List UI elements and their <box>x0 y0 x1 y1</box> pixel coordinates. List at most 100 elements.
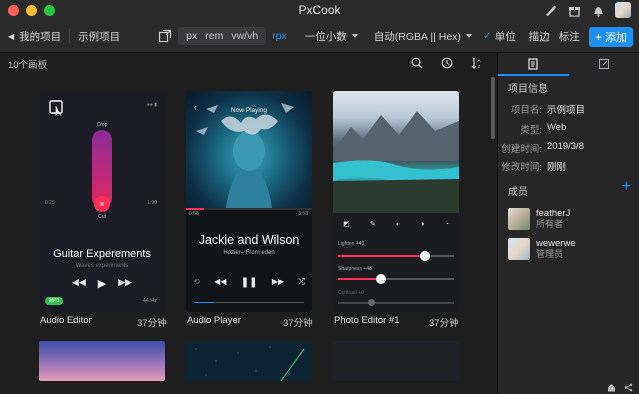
volume-slider[interactable] <box>194 302 304 303</box>
time-elapsed: 0:58 <box>189 211 199 217</box>
unit-toggle[interactable]: ✓ 单位 <box>483 29 516 44</box>
sort-icon[interactable]: AZ <box>471 57 483 72</box>
back-to-my-projects[interactable]: ◀ 我的项目 <box>8 29 61 44</box>
sharpness-slider[interactable] <box>338 274 454 284</box>
footer-icons <box>607 383 633 394</box>
share-icon[interactable] <box>624 383 633 394</box>
play-icon[interactable]: ▶ <box>98 277 106 290</box>
artboard-card-6[interactable] <box>333 341 459 381</box>
playback-controls: ⟲ ◀◀ ❚❚ ▶▶ ⤮ <box>186 277 312 288</box>
filter-icon[interactable]: ◑ <box>420 221 424 228</box>
progress-fill <box>186 208 204 210</box>
color-format-select[interactable]: 自动(RGBA || Hex) <box>374 29 472 44</box>
panel-tabs <box>498 53 639 76</box>
annotate-button[interactable]: 标注 <box>559 29 580 44</box>
time-left: 0:25 <box>45 200 55 206</box>
right-panel: 项目信息 项目名: 示例项目 类型: Web 创建时间: 2019/3/8 修改… <box>497 53 639 394</box>
contrast-icon[interactable]: ◐ <box>396 221 400 228</box>
contrast-knob[interactable] <box>368 299 375 306</box>
edit-icon <box>598 58 609 70</box>
user-avatar[interactable] <box>615 2 631 18</box>
info-row-modified: 修改时间: 刚刚 <box>498 159 639 173</box>
minimize-window-button[interactable] <box>26 4 37 16</box>
info-key: 项目名: <box>510 105 542 116</box>
progress-track[interactable] <box>186 208 312 210</box>
tab-edit[interactable] <box>569 58 639 70</box>
add-button[interactable]: + 添加 <box>589 27 633 47</box>
member-item[interactable]: featherJ 所有者 <box>508 208 570 230</box>
rewind-icon[interactable]: ◀◀ <box>214 277 226 288</box>
brush-icon[interactable]: ✎ <box>370 220 376 228</box>
project-info-title: 项目信息 <box>508 84 548 95</box>
brush-icon[interactable] <box>543 3 557 17</box>
member-role: 所有者 <box>536 219 564 229</box>
search-icon[interactable] <box>411 57 423 72</box>
sharpness-fill <box>338 278 378 280</box>
landscape-illustration <box>333 111 459 213</box>
status-icons: ●● ▮ <box>146 102 157 108</box>
unit-vw-vh[interactable]: vw/vh <box>227 30 262 42</box>
forward-icon[interactable]: ▶▶ <box>272 277 284 288</box>
members-title: 成员 <box>508 187 528 198</box>
lighten-knob[interactable] <box>420 251 430 261</box>
artboard-tools: AZ <box>411 57 483 72</box>
add-member-button[interactable]: + <box>622 179 631 195</box>
photo-preview <box>333 91 459 213</box>
forward-icon[interactable]: ▶▶ <box>118 277 132 290</box>
card-label: Photo Editor #1 <box>334 315 400 326</box>
artboard-card-4[interactable] <box>39 341 165 381</box>
zoom-window-button[interactable] <box>44 4 55 16</box>
crop-icon[interactable]: ◩ <box>343 220 350 228</box>
album-art: ‹ Now Playing <box>186 91 312 208</box>
unit-rem[interactable]: rem <box>201 30 227 42</box>
card-label: Audio Editor <box>40 315 92 326</box>
card-time: 37分钟 <box>283 318 313 329</box>
check-icon: ✓ <box>482 30 492 42</box>
member-item[interactable]: wewerwe 管理员 <box>508 238 576 260</box>
add-button-label: 添加 <box>605 32 627 44</box>
info-value: 刚刚 <box>547 162 567 173</box>
artboard-card-5[interactable] <box>186 341 312 381</box>
lighten-slider[interactable] <box>338 251 454 261</box>
gift-icon[interactable] <box>567 3 581 17</box>
now-playing-label: Now Playing <box>230 107 268 114</box>
rewind-icon[interactable]: ◀◀ <box>72 277 86 290</box>
sharpness-knob[interactable] <box>376 274 386 284</box>
tab-info[interactable] <box>498 58 569 70</box>
card-time: 37分钟 <box>137 318 167 329</box>
contrast-label: Contrast +0 <box>338 290 364 296</box>
member-name: featherJ <box>536 208 571 219</box>
scrollbar[interactable] <box>491 77 495 139</box>
crop-label: Crop <box>96 122 108 128</box>
current-project-label: 示例项目 <box>78 30 121 43</box>
title-icons <box>543 2 631 18</box>
pause-icon[interactable]: ❚❚ <box>241 277 258 288</box>
artboard-card-photo-editor[interactable]: ◩ ✎ ◐ ◑ ◔ Lighten +40 Sharpness +48 Cont… <box>333 91 459 312</box>
artboard-card-audio-editor[interactable]: ●● ▮ Crop × 0:25 1:90 Cut Guitar Experem… <box>39 91 165 312</box>
artboard-card-audio-player[interactable]: ‹ Now Playing 0:58 3:58 Jackie and Wilso… <box>186 91 312 312</box>
time-total: 3:58 <box>298 211 308 217</box>
contrast-slider[interactable] <box>338 299 454 306</box>
shuffle-icon[interactable]: ⤮ <box>298 277 304 288</box>
avatar <box>508 208 530 230</box>
unit-px[interactable]: px <box>182 30 201 42</box>
editor-tools: ◩ ✎ ◐ ◑ ◔ <box>333 213 459 235</box>
stroke-button[interactable]: 描边 <box>529 29 550 44</box>
home-icon[interactable] <box>607 383 616 394</box>
member-name: wewerwe <box>536 238 576 249</box>
chevron-down-icon <box>351 34 358 38</box>
info-key: 创建时间: <box>501 144 542 155</box>
unit-switcher: px rem vw/vh <box>178 27 267 45</box>
decimal-select[interactable]: 一位小数 <box>305 29 358 44</box>
bell-icon[interactable] <box>591 3 605 17</box>
track-subtitle: Waves experiments <box>75 263 129 269</box>
close-window-button[interactable] <box>8 4 19 16</box>
unit-rpx[interactable]: rpx <box>272 30 287 42</box>
artboard-bar: 10个画板 AZ <box>0 53 497 75</box>
card-time: 37分钟 <box>429 318 459 329</box>
repeat-icon[interactable]: ⟲ <box>193 277 200 288</box>
history-icon[interactable] <box>441 57 453 72</box>
timer-icon[interactable]: ◔ <box>445 221 449 228</box>
cut-close-icon[interactable]: × <box>94 196 110 212</box>
export-icon[interactable] <box>158 29 172 43</box>
